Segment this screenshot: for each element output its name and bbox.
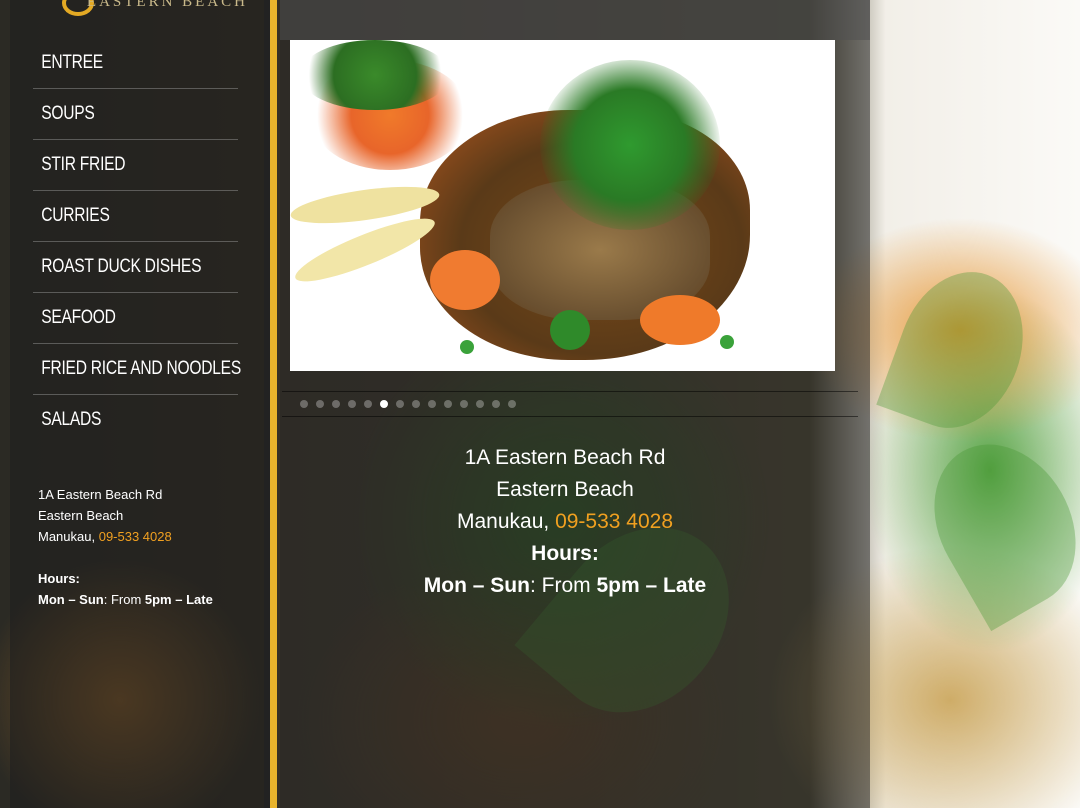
slider-dot[interactable] — [300, 400, 308, 408]
slider-pagination — [282, 391, 858, 417]
background-food-photo — [876, 254, 1044, 446]
center-hours-days: Mon – Sun — [423, 574, 530, 597]
nav-link-entree[interactable]: ENTREE — [33, 52, 103, 74]
nav-item-curries: CURRIES — [33, 191, 238, 242]
center-hours-label: Hours: — [531, 542, 599, 565]
center-city-phone: Manukau, 09-533 4028 — [280, 506, 850, 538]
nav-link-salads[interactable]: SALADS — [33, 409, 101, 431]
nav-link-soups[interactable]: SOUPS — [33, 103, 95, 125]
center-contact-info: 1A Eastern Beach Rd Eastern Beach Manuka… — [280, 442, 850, 602]
slider-dot[interactable] — [476, 400, 484, 408]
center-hours-time: 5pm – Late — [596, 574, 707, 597]
sidebar-address-line1: 1A Eastern Beach Rd — [38, 487, 163, 502]
nav-item-salads: SALADS — [33, 395, 238, 445]
slider-image[interactable] — [290, 40, 835, 371]
sidebar-phone-link[interactable]: 09-533 4028 — [99, 529, 172, 544]
center-phone-link[interactable]: 09-533 4028 — [555, 510, 673, 533]
sidebar-hours-time: 5pm – Late — [144, 592, 213, 607]
slider-dot[interactable] — [396, 400, 404, 408]
sidebar-city-phone: Manukau, 09-533 4028 — [38, 526, 263, 547]
slider-dot[interactable] — [460, 400, 468, 408]
slider-dot[interactable] — [348, 400, 356, 408]
broccoli — [550, 310, 590, 350]
pea — [460, 340, 474, 354]
nav-link-stir-fried[interactable]: STIR FRIED — [33, 154, 125, 176]
carrot-slice — [430, 250, 500, 310]
herb-garnish — [300, 40, 450, 110]
nav-item-fried-rice: FRIED RICE AND NOODLES — [33, 344, 241, 395]
sidebar-address-line2: Eastern Beach — [38, 508, 124, 523]
slider-dot[interactable] — [428, 400, 436, 408]
center-hours: Mon – Sun: From 5pm – Late — [280, 570, 850, 602]
background-leaf — [906, 418, 1080, 632]
slider-dot[interactable] — [364, 400, 372, 408]
carrot-slice — [640, 295, 720, 345]
sidebar-hours-from: : From — [103, 592, 145, 607]
slider-dot[interactable] — [444, 400, 452, 408]
nav-link-seafood[interactable]: SEAFOOD — [33, 307, 116, 329]
sidebar-hours-label: Hours: — [38, 571, 80, 586]
sidebar-hours-days: Mon – Sun — [38, 592, 104, 607]
slider-dot[interactable] — [508, 400, 516, 408]
sidebar-hours: Mon – Sun: From 5pm – Late — [38, 589, 263, 610]
sidebar-city: Manukau, — [38, 529, 96, 544]
main-panel-top — [280, 0, 870, 40]
center-address-line1: 1A Eastern Beach Rd — [464, 446, 666, 469]
menu-nav: ENTREE SOUPS STIR FRIED CURRIES ROAST DU… — [33, 38, 241, 445]
center-hours-from: : From — [529, 574, 597, 597]
slider-dot[interactable] — [380, 400, 388, 408]
center-address-line2: Eastern Beach — [496, 478, 634, 501]
nav-item-entree: ENTREE — [33, 38, 238, 89]
coriander-garnish — [540, 60, 720, 230]
nav-link-curries[interactable]: CURRIES — [33, 205, 110, 227]
nav-item-roast-duck: ROAST DUCK DISHES — [33, 242, 238, 293]
sidebar-contact-info: 1A Eastern Beach Rd Eastern Beach Manuka… — [38, 484, 263, 610]
center-city: Manukau, — [456, 510, 550, 533]
logo[interactable]: Eastern Beach — [58, 0, 248, 14]
slider-dot[interactable] — [412, 400, 420, 408]
slider-dot[interactable] — [316, 400, 324, 408]
gold-accent-bar — [270, 0, 277, 808]
nav-link-fried-rice[interactable]: FRIED RICE AND NOODLES — [33, 358, 241, 380]
nav-link-roast-duck[interactable]: ROAST DUCK DISHES — [33, 256, 201, 278]
nav-item-seafood: SEAFOOD — [33, 293, 238, 344]
slider-dot[interactable] — [492, 400, 500, 408]
nav-item-stir-fried: STIR FRIED — [33, 140, 238, 191]
nav-item-soups: SOUPS — [33, 89, 238, 140]
slider-dot[interactable] — [332, 400, 340, 408]
pea — [720, 335, 734, 349]
